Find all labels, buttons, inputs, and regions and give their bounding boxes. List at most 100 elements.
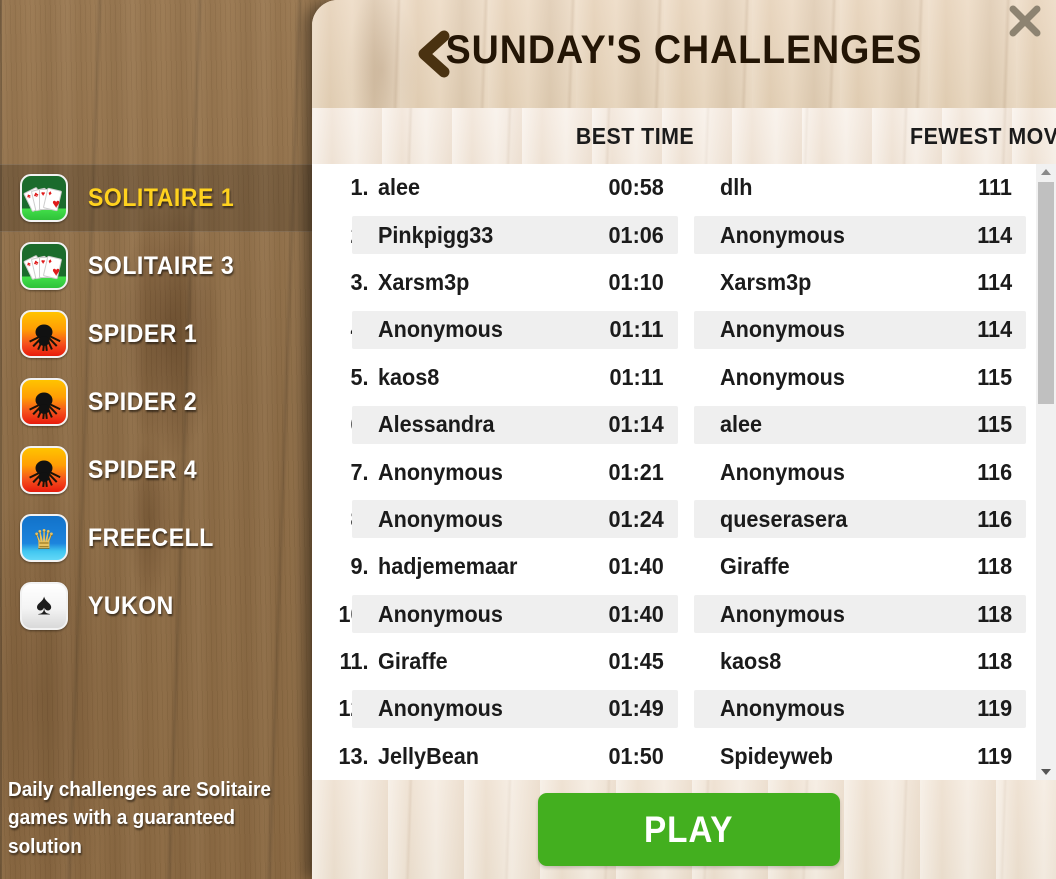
sidebar-item-spider-2[interactable]: SPIDER 2 [0,368,312,436]
fewest-moves-player: Anonymous [720,316,845,343]
table-row: 10.Anonymous01:40Anonymous118 [312,591,1056,638]
fewest-moves-value: 114 [977,221,1012,248]
fewest-moves-cell: queserasera 116 [694,500,1026,539]
sidebar-item-solitaire-3[interactable]: ♠ ♣ ♥ ♦ ♥ SOLITAIRE 3 [0,232,312,300]
fewest-moves-player: Anonymous [720,600,845,627]
fewest-moves-value: 111 [978,174,1012,201]
modal-header: SUNDAY'S CHALLENGES [312,0,1056,108]
best-time-value: 01:11 [609,363,664,390]
fewest-moves-cell: Xarsm3p 114 [694,263,1026,301]
fewest-moves-value: 115 [977,411,1012,438]
scroll-down-arrow-icon[interactable] [1036,764,1056,780]
play-button[interactable]: PLAY [538,793,840,866]
best-time-player: JellyBean [378,742,479,769]
fewest-moves-cell: Anonymous 114 [694,310,1026,349]
close-x-icon[interactable] [1002,0,1048,44]
best-time-player: Anonymous [378,695,503,722]
table-row: 13. JellyBean 01:50 Spideyweb 119 [312,733,1056,780]
fewest-moves-player: Anonymous [720,221,845,248]
fewest-moves-cell: Anonymous 115 [694,358,1026,396]
fewest-moves-player: queserasera [720,505,848,532]
sidebar-item-solitaire-1[interactable]: ♠ ♣ ♥ ♦ ♥ SOLITAIRE 1 [0,164,312,232]
sidebar-item-spider-1[interactable]: SPIDER 1 [0,300,312,368]
table-row: 6.Alessandra01:14alee115 [312,401,1056,448]
fewest-moves-cell: kaos8 118 [694,643,1026,681]
best-time-player: hadjememaar [378,553,518,580]
sidebar-item-label: SPIDER 1 [88,319,198,348]
fewest-moves-value: 114 [977,268,1012,295]
solitaire-cards-icon: ♠ ♣ ♥ ♦ ♥ [20,174,68,222]
fewest-moves-player: alee [720,411,763,438]
fewest-moves-cell: Anonymous 118 [694,595,1026,634]
challenges-modal: SUNDAY'S CHALLENGES BEST TIME FEWEST MOV… [312,0,1056,879]
best-time-value: 01:10 [608,268,664,295]
fewest-moves-cell: Spideyweb 119 [694,737,1026,775]
sidebar-item-yukon[interactable]: ♠ YUKON [0,572,312,640]
sidebar-items: ♠ ♣ ♥ ♦ ♥ SOLITAIRE 1 ♠ ♣ ♥ ♦ ♥ SOLITAIRE 3 SPIDER 1… [0,164,312,640]
play-button-label: PLAY [644,808,734,850]
best-time-value: 00:58 [608,174,664,201]
fewest-moves-value: 118 [977,553,1012,580]
table-row: 3. Xarsm3p 01:10 Xarsm3p 114 [312,259,1056,306]
fewest-moves-cell: dlh 111 [694,169,1026,207]
best-time-value: 01:14 [608,411,664,438]
fewest-moves-player: Xarsm3p [720,268,812,295]
leaderboard-column-headers: BEST TIME FEWEST MOVES [312,108,1056,164]
fewest-moves-value: 116 [977,458,1012,485]
best-time-cell: Giraffe 01:45 [352,643,678,681]
best-time-cell: Xarsm3p 01:10 [352,263,678,301]
fewest-moves-value: 119 [977,695,1012,722]
fewest-moves-player: Spideyweb [720,742,833,769]
best-time-cell: Alessandra 01:14 [352,405,678,444]
fewest-moves-value: 118 [977,600,1012,627]
best-time-value: 01:40 [608,553,664,580]
leaderboard-scrollbar[interactable] [1036,164,1056,780]
leaderboard-rows: 1.alee00:58dlh1112.Pinkpigg3301:06Anonym… [312,164,1056,780]
best-time-value: 01:45 [608,648,664,675]
best-time-cell: alee 00:58 [352,169,678,207]
crown-icon: ♛ [20,514,68,562]
best-time-value: 01:06 [608,221,664,248]
best-time-value: 01:50 [608,742,664,769]
best-time-value: 01:21 [608,458,664,485]
scroll-up-arrow-icon[interactable] [1036,164,1056,180]
fewest-moves-cell: Giraffe 118 [694,548,1026,586]
fewest-moves-player: kaos8 [720,648,782,675]
fewest-moves-player: Anonymous [720,695,845,722]
table-row: 4.Anonymous01:11Anonymous114 [312,306,1056,353]
best-time-cell: Anonymous 01:21 [352,453,678,491]
table-row: 1. alee 00:58 dlh 111 [312,164,1056,211]
sidebar-item-label: FREECELL [88,523,214,552]
column-header-best-time: BEST TIME [575,122,695,149]
best-time-value: 01:40 [608,600,664,627]
best-time-cell: Anonymous 01:40 [352,595,678,634]
fewest-moves-cell: Anonymous 116 [694,453,1026,491]
best-time-cell: JellyBean 01:50 [352,737,678,775]
spider-icon [20,378,68,426]
fewest-moves-cell: Anonymous 114 [694,216,1026,255]
scrollbar-thumb[interactable] [1038,182,1054,404]
table-row: 8.Anonymous01:24queserasera116 [312,496,1056,543]
table-row: 5. kaos8 01:11 Anonymous 115 [312,354,1056,401]
best-time-player: Anonymous [378,316,503,343]
fewest-moves-value: 119 [977,742,1012,769]
sidebar-item-spider-4[interactable]: SPIDER 4 [0,436,312,504]
best-time-player: Pinkpigg33 [378,221,494,248]
best-time-player: Giraffe [378,648,448,675]
spider-icon [20,310,68,358]
modal-footer: PLAY [312,780,1056,879]
sidebar-item-freecell[interactable]: ♛ FREECELL [0,504,312,572]
table-row: 12.Anonymous01:49Anonymous119 [312,685,1056,732]
best-time-player: Alessandra [378,411,495,438]
fewest-moves-player: dlh [720,174,753,201]
best-time-cell: Anonymous 01:24 [352,500,678,539]
fewest-moves-player: Anonymous [720,458,845,485]
fewest-moves-cell: alee 115 [694,405,1026,444]
leaderboard-board: 1.alee00:58dlh1112.Pinkpigg3301:06Anonym… [312,164,1056,780]
sidebar-item-label: YUKON [88,591,174,620]
best-time-player: alee [378,174,421,201]
column-header-fewest-moves: FEWEST MOVES [910,122,1056,149]
table-row: 9. hadjememaar 01:40 Giraffe 118 [312,543,1056,590]
fewest-moves-player: Anonymous [720,363,845,390]
table-row: 7. Anonymous 01:21 Anonymous 116 [312,448,1056,495]
